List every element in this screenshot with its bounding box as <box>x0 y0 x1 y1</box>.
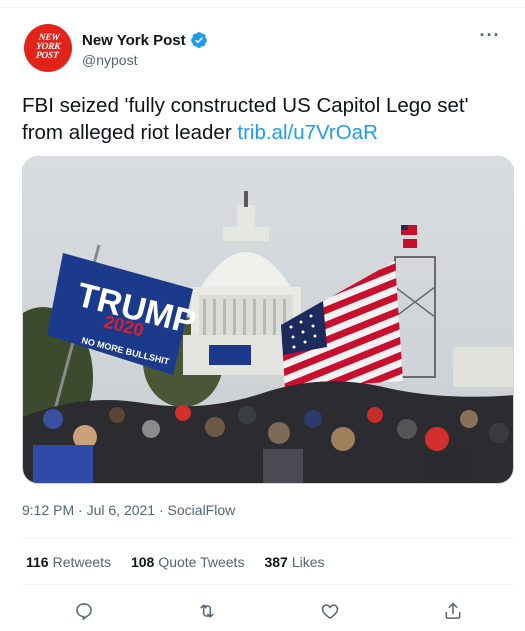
author-names: New York Post @nypost <box>82 30 208 68</box>
more-options-icon[interactable]: ··· <box>476 26 504 48</box>
tweet-date[interactable]: Jul 6, 2021 <box>87 502 156 518</box>
share-icon <box>445 602 460 619</box>
tweet-header: NEW YORK POST New York Post @nypost ··· <box>24 24 504 76</box>
likes-label: Likes <box>291 554 325 570</box>
verified-badge-icon <box>190 32 207 48</box>
avatar[interactable]: NEW YORK POST <box>24 24 72 72</box>
tweet-text: FBI seized 'fully constructed US Capitol… <box>22 92 512 146</box>
retweets-stat[interactable]: 116 Retweets <box>26 554 111 570</box>
tweet-meta: 9:12 PM · Jul 6, 2021 · SocialFlow <box>22 502 235 518</box>
display-name-row: New York Post <box>82 30 208 50</box>
retweet-icon <box>199 604 214 618</box>
tweet-source[interactable]: SocialFlow <box>168 502 236 518</box>
like-icon <box>321 604 338 619</box>
like-button[interactable] <box>316 597 344 625</box>
tweet-time[interactable]: 9:12 PM <box>22 502 74 518</box>
top-edge <box>0 0 525 8</box>
author-handle[interactable]: @nypost <box>82 52 208 68</box>
likes-count: 387 <box>264 554 288 570</box>
retweet-button[interactable] <box>193 597 221 625</box>
retweets-count: 116 <box>26 554 49 570</box>
tweet-media-photo[interactable]: TRUMP 2020 NO MORE BULLSHIT <box>22 156 514 484</box>
reply-icon <box>75 603 92 621</box>
likes-stat[interactable]: 387 Likes <box>264 554 324 570</box>
quote-tweets-label: Quote Tweets <box>158 554 245 570</box>
tweet-actions <box>22 597 514 625</box>
display-name[interactable]: New York Post <box>82 32 186 49</box>
quote-tweets-stat[interactable]: 108 Quote Tweets <box>131 554 245 570</box>
divider <box>22 584 514 585</box>
quote-tweets-count: 108 <box>130 554 155 570</box>
share-button[interactable] <box>439 597 467 625</box>
divider <box>22 538 514 539</box>
tweet-link[interactable]: trib.al/u7VrOaR <box>237 121 378 144</box>
reply-button[interactable] <box>70 597 98 625</box>
meta-separator: · <box>74 502 87 518</box>
retweets-label: Retweets <box>52 554 111 570</box>
capitol-crowd-photo: TRUMP 2020 NO MORE BULLSHIT <box>23 157 513 483</box>
meta-separator-2: · <box>155 502 168 518</box>
tweet-stats: 116 Retweets 108 Quote Tweets 387 Likes <box>26 554 345 570</box>
avatar-logo: NEW YORK POST <box>35 33 61 61</box>
